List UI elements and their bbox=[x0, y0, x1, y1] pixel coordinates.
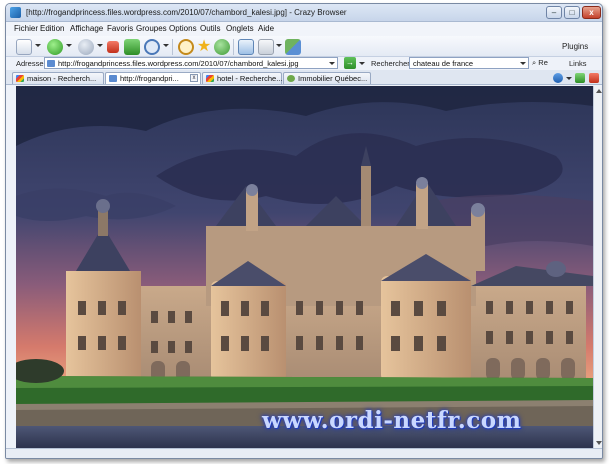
search-input[interactable]: chateau de france bbox=[409, 57, 529, 69]
refresh-icon[interactable] bbox=[124, 39, 140, 55]
rss-icon[interactable] bbox=[258, 39, 274, 55]
address-input[interactable]: http://frogandprincess.files.wordpress.c… bbox=[44, 57, 338, 69]
go-button[interactable]: → bbox=[344, 57, 356, 69]
menu-outils[interactable]: Outils bbox=[200, 24, 220, 33]
tab-close-icon[interactable]: x bbox=[190, 74, 198, 82]
chevron-down-icon[interactable] bbox=[97, 44, 103, 47]
back-icon[interactable] bbox=[47, 39, 63, 55]
menu-edition[interactable]: Edition bbox=[40, 24, 64, 33]
address-bar: Adresse http://frogandprincess.files.wor… bbox=[6, 57, 602, 70]
tab-label: Immobilier Québec... bbox=[298, 74, 368, 83]
menu-fichier[interactable]: Fichier bbox=[14, 24, 38, 33]
title-bar[interactable]: [http://frogandprincess.files.wordpress.… bbox=[6, 4, 602, 22]
tab-maison[interactable]: maison - Recherch... bbox=[12, 72, 104, 84]
google-favicon-icon bbox=[16, 75, 24, 82]
browser-window: [http://frogandprincess.files.wordpress.… bbox=[5, 3, 603, 459]
new-page-icon[interactable] bbox=[16, 39, 32, 55]
search-value[interactable]: chateau de france bbox=[413, 59, 473, 68]
watermark-text: www.ordi-netfr.com bbox=[262, 407, 522, 434]
chevron-down-icon[interactable] bbox=[276, 44, 282, 47]
menu-affichage[interactable]: Affichage bbox=[70, 24, 103, 33]
window-title: [http://frogandprincess.files.wordpress.… bbox=[26, 8, 347, 17]
menu-bar: Fichier Edition Affichage Favoris Groupe… bbox=[6, 22, 602, 36]
new-tab-icon[interactable] bbox=[575, 73, 585, 83]
chevron-down-icon[interactable] bbox=[35, 44, 41, 47]
scroll-up-icon[interactable] bbox=[596, 89, 602, 93]
tab-bar: maison - Recherch... http://frogandpri..… bbox=[6, 70, 602, 85]
tab-label: hotel - Recherche... bbox=[217, 74, 283, 83]
favorites-star-icon[interactable]: ★ bbox=[196, 39, 212, 55]
chevron-down-icon[interactable] bbox=[163, 44, 169, 47]
group-icon[interactable] bbox=[285, 39, 301, 55]
chevron-down-icon[interactable] bbox=[566, 77, 572, 80]
page-favicon-icon bbox=[47, 60, 55, 67]
search-icon[interactable] bbox=[178, 39, 194, 55]
maximize-button[interactable]: □ bbox=[564, 6, 580, 19]
page-favicon-icon bbox=[287, 75, 295, 82]
close-tab-icon[interactable] bbox=[589, 73, 599, 83]
chevron-down-icon[interactable] bbox=[329, 62, 335, 65]
history-icon[interactable] bbox=[214, 39, 230, 55]
links-button[interactable]: Links bbox=[569, 59, 587, 68]
tab-label: http://frogandpri... bbox=[120, 74, 179, 83]
screen-icon[interactable] bbox=[238, 39, 254, 55]
tab-hotel[interactable]: hotel - Recherche... bbox=[202, 72, 282, 84]
search-go-button[interactable]: ⌕ Re bbox=[532, 58, 548, 68]
google-favicon-icon bbox=[206, 75, 214, 82]
address-label: Adresse bbox=[16, 59, 44, 68]
menu-aide[interactable]: Aide bbox=[258, 24, 274, 33]
crazy-browser-app-icon[interactable] bbox=[10, 7, 21, 18]
close-button[interactable]: x bbox=[582, 6, 601, 19]
menu-favoris[interactable]: Favoris bbox=[107, 24, 133, 33]
zoom-icon[interactable] bbox=[144, 39, 160, 55]
magnifier-icon: ⌕ bbox=[532, 58, 537, 67]
vertical-scrollbar[interactable] bbox=[593, 86, 602, 448]
toolbar-divider bbox=[172, 39, 173, 55]
page-favicon-icon bbox=[109, 75, 117, 82]
tab-immobilier-quebec[interactable]: Immobilier Québec... bbox=[283, 72, 371, 84]
search-go-label: Re bbox=[538, 58, 548, 67]
tab-list-icon[interactable] bbox=[553, 73, 563, 83]
address-value[interactable]: http://frogandprincess.files.wordpress.c… bbox=[58, 59, 299, 68]
menu-options[interactable]: Options bbox=[169, 24, 197, 33]
chevron-down-icon[interactable] bbox=[66, 44, 72, 47]
tab-label: maison - Recherch... bbox=[27, 74, 97, 83]
tab-frogandprincess[interactable]: http://frogandpri... x bbox=[105, 72, 201, 84]
scroll-down-icon[interactable] bbox=[596, 441, 602, 445]
menu-onglets[interactable]: Onglets bbox=[226, 24, 254, 33]
plugins-button[interactable]: Plugins bbox=[562, 42, 588, 51]
chevron-down-icon[interactable] bbox=[520, 62, 526, 65]
page-content-image bbox=[16, 86, 593, 448]
menu-groupes[interactable]: Groupes bbox=[136, 24, 167, 33]
status-bar bbox=[6, 448, 602, 458]
minimize-button[interactable]: – bbox=[546, 6, 562, 19]
stop-icon[interactable] bbox=[107, 41, 119, 53]
forward-icon[interactable] bbox=[78, 39, 94, 55]
main-toolbar: ★ Plugins bbox=[6, 36, 602, 57]
chevron-down-icon[interactable] bbox=[359, 62, 365, 65]
chateau-photo bbox=[16, 86, 593, 448]
search-label: Rechercher bbox=[371, 59, 410, 68]
toolbar-divider bbox=[233, 39, 234, 55]
